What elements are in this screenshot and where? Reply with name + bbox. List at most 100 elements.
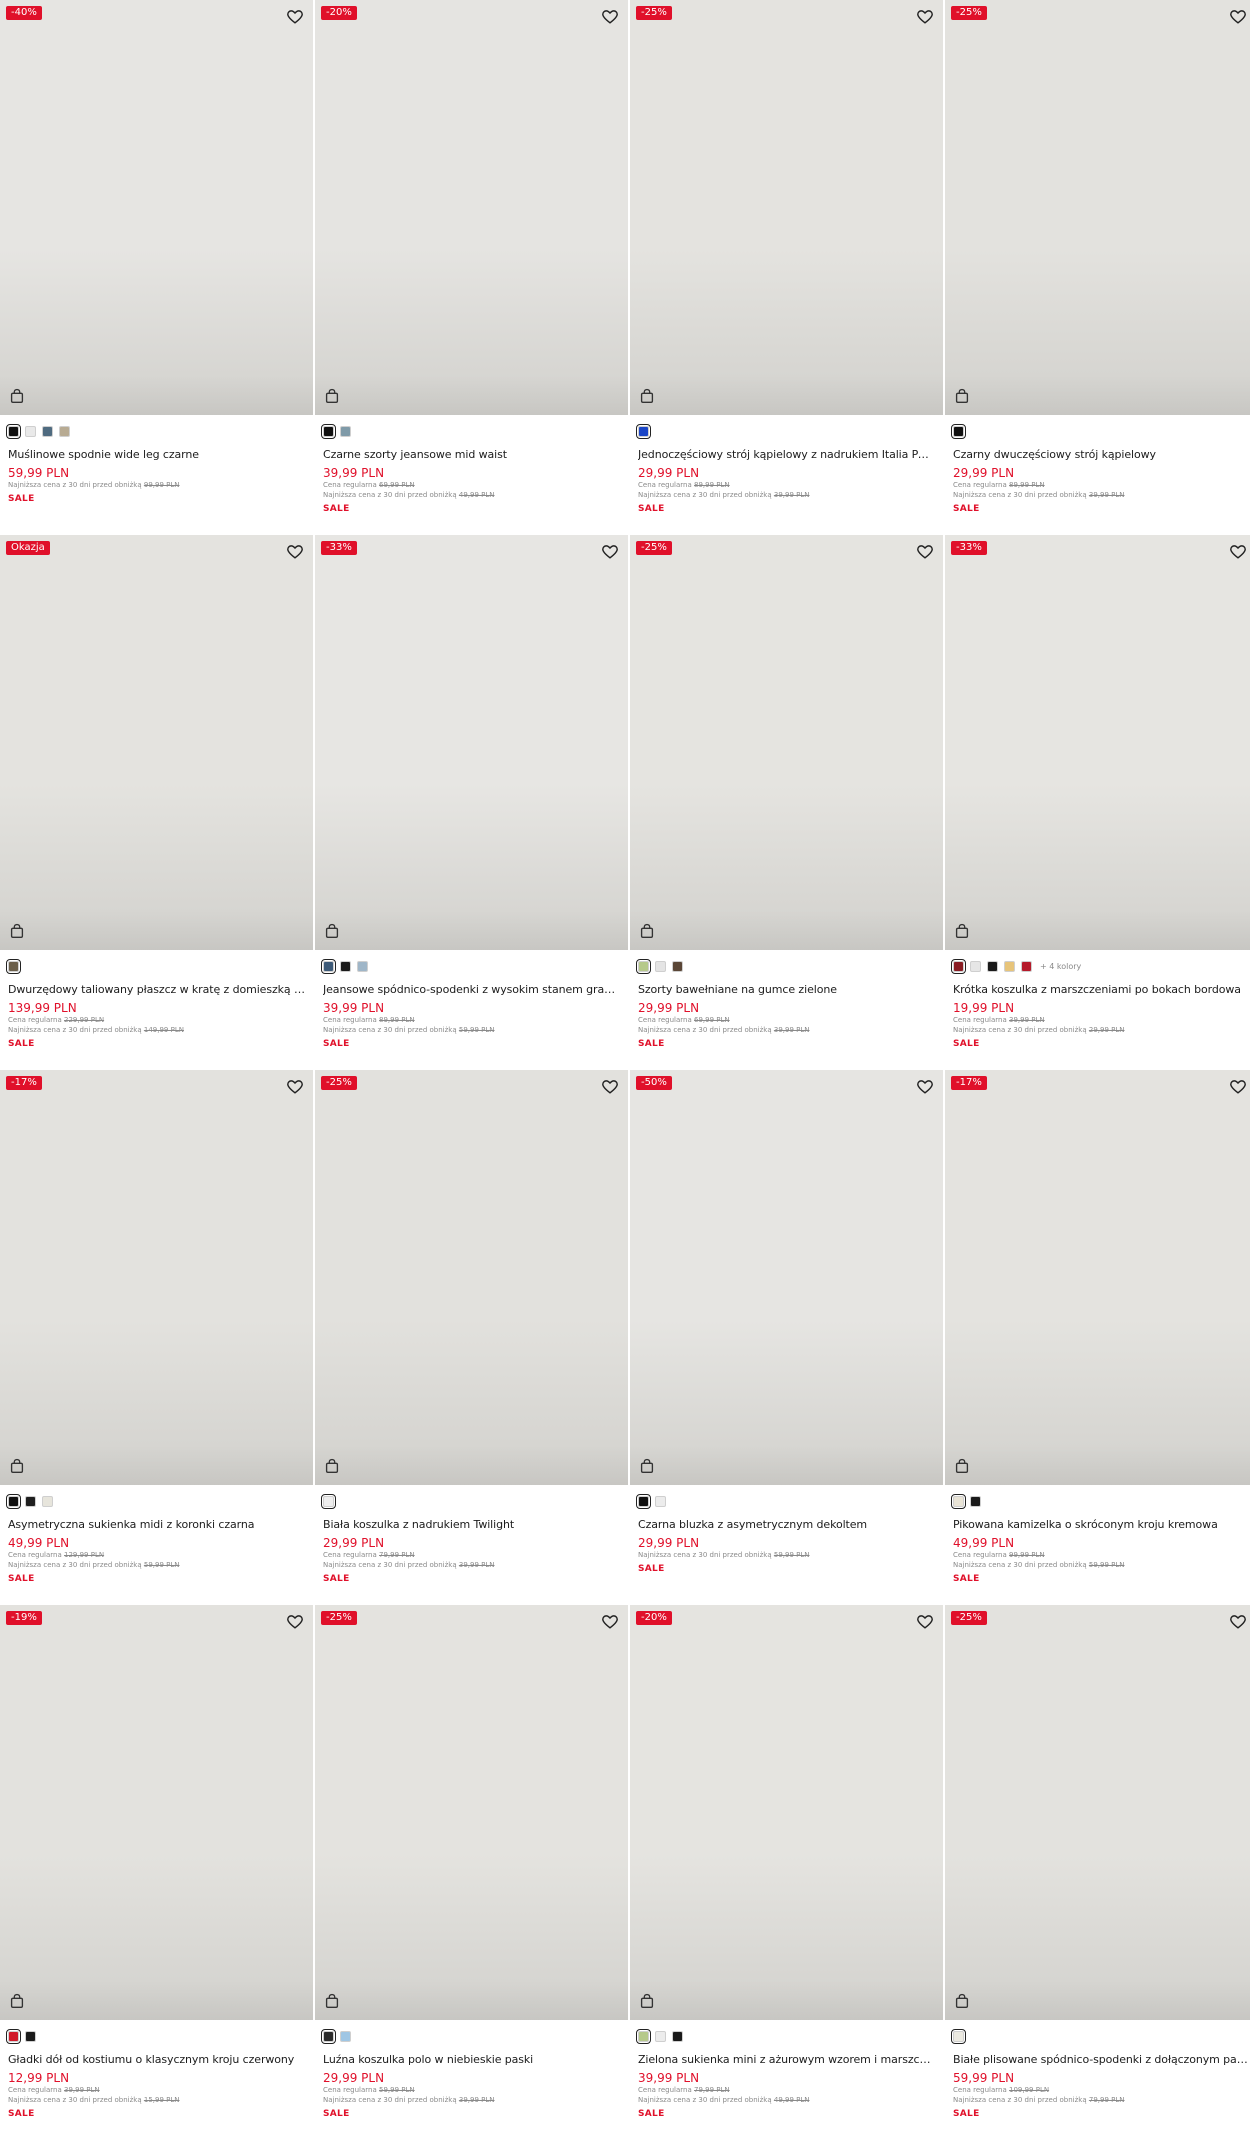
heart-icon[interactable] xyxy=(600,1613,620,1633)
product-card[interactable]: -25% Czarny dwuczęściowy strój kąpielowy 2… xyxy=(945,0,1250,535)
color-swatch[interactable] xyxy=(6,423,21,439)
product-image[interactable]: -19% xyxy=(0,1605,313,2020)
color-swatch[interactable] xyxy=(655,2030,666,2042)
product-name[interactable]: Pikowana kamizelka o skróconym kroju kre… xyxy=(953,1518,1248,1531)
color-swatch[interactable] xyxy=(321,423,336,439)
product-card[interactable]: -33% Jeansowe spódnico-spodenki z wysokim… xyxy=(315,535,628,1070)
color-swatch[interactable] xyxy=(340,960,351,972)
product-image[interactable]: -25% xyxy=(630,0,943,415)
heart-icon[interactable] xyxy=(915,543,935,563)
product-card[interactable]: -20% Czarne szorty jeansowe mid waist 39,9… xyxy=(315,0,628,535)
color-swatch[interactable] xyxy=(951,423,966,439)
product-card[interactable]: -25% Biała koszulka z nadrukiem Twilight 2… xyxy=(315,1070,628,1605)
product-name[interactable]: Czarna bluzka z asymetrycznym dekoltem xyxy=(638,1518,935,1531)
product-image[interactable]: -50% xyxy=(630,1070,943,1485)
heart-icon[interactable] xyxy=(915,1613,935,1633)
product-image[interactable]: -25% xyxy=(630,535,943,950)
shopping-bag-icon[interactable] xyxy=(638,1992,658,2012)
heart-icon[interactable] xyxy=(285,8,305,28)
product-name[interactable]: Zielona sukienka mini z ażurowym wzorem … xyxy=(638,2053,935,2066)
heart-icon[interactable] xyxy=(600,543,620,563)
product-card[interactable]: -25% Jednoczęściowy strój kąpielowy z nad… xyxy=(630,0,943,535)
color-swatch[interactable] xyxy=(1004,960,1015,972)
color-swatch[interactable] xyxy=(6,958,21,974)
color-swatch[interactable] xyxy=(321,2028,336,2044)
color-swatch[interactable] xyxy=(42,1495,53,1507)
color-swatch[interactable] xyxy=(970,1495,981,1507)
color-swatch[interactable] xyxy=(1021,960,1032,972)
shopping-bag-icon[interactable] xyxy=(638,387,658,407)
product-image[interactable]: Okazja xyxy=(0,535,313,950)
color-swatch[interactable] xyxy=(6,1493,21,1509)
color-swatch[interactable] xyxy=(25,1495,36,1507)
product-image[interactable]: -33% xyxy=(315,535,628,950)
color-swatch[interactable] xyxy=(6,2028,21,2044)
product-card[interactable]: -19% Gładki dół od kostiumu o klasycznym … xyxy=(0,1605,313,2140)
product-card[interactable]: -25% Szorty bawełniane na gumce zielone 29… xyxy=(630,535,943,1070)
product-name[interactable]: Czarny dwuczęściowy strój kąpielowy xyxy=(953,448,1248,461)
product-name[interactable]: Białe plisowane spódnico-spodenki z dołą… xyxy=(953,2053,1248,2066)
product-image[interactable]: -20% xyxy=(630,1605,943,2020)
color-swatch[interactable] xyxy=(951,1493,966,1509)
color-swatch[interactable] xyxy=(672,2030,683,2042)
product-name[interactable]: Jeansowe spódnico-spodenki z wysokim sta… xyxy=(323,983,620,996)
more-colors[interactable]: + 4 kolory xyxy=(1040,962,1081,971)
color-swatch[interactable] xyxy=(672,960,683,972)
product-card[interactable]: -40% Muślinowe spodnie wide leg czarne 59,… xyxy=(0,0,313,535)
heart-icon[interactable] xyxy=(600,8,620,28)
product-image[interactable]: -25% xyxy=(945,0,1250,415)
product-image[interactable]: -17% xyxy=(0,1070,313,1485)
color-swatch[interactable] xyxy=(951,2028,966,2044)
product-name[interactable]: Jednoczęściowy strój kąpielowy z nadruki… xyxy=(638,448,935,461)
product-card[interactable]: -33% + 4 kolory Krótka koszulka z marszcze… xyxy=(945,535,1250,1070)
shopping-bag-icon[interactable] xyxy=(323,1457,343,1477)
product-image[interactable]: -20% xyxy=(315,0,628,415)
heart-icon[interactable] xyxy=(1228,1078,1248,1098)
product-name[interactable]: Gładki dół od kostiumu o klasycznym kroj… xyxy=(8,2053,305,2066)
heart-icon[interactable] xyxy=(285,1078,305,1098)
product-card[interactable]: -17% Asymetryczna sukienka midi z koronki… xyxy=(0,1070,313,1605)
product-card[interactable]: Okazja Dwurzędowy taliowany płaszcz w kra… xyxy=(0,535,313,1070)
shopping-bag-icon[interactable] xyxy=(953,1992,973,2012)
product-image[interactable]: -25% xyxy=(315,1070,628,1485)
shopping-bag-icon[interactable] xyxy=(8,1457,28,1477)
shopping-bag-icon[interactable] xyxy=(323,922,343,942)
shopping-bag-icon[interactable] xyxy=(638,1457,658,1477)
shopping-bag-icon[interactable] xyxy=(953,387,973,407)
product-image[interactable]: -17% xyxy=(945,1070,1250,1485)
product-image[interactable]: -25% xyxy=(315,1605,628,2020)
color-swatch[interactable] xyxy=(321,958,336,974)
shopping-bag-icon[interactable] xyxy=(953,1457,973,1477)
heart-icon[interactable] xyxy=(285,1613,305,1633)
heart-icon[interactable] xyxy=(915,1078,935,1098)
product-card[interactable]: -25% Białe plisowane spódnico-spodenki z … xyxy=(945,1605,1250,2140)
color-swatch[interactable] xyxy=(655,960,666,972)
product-name[interactable]: Luźna koszulka polo w niebieskie paski xyxy=(323,2053,620,2066)
color-swatch[interactable] xyxy=(321,1493,336,1509)
shopping-bag-icon[interactable] xyxy=(323,1992,343,2012)
color-swatch[interactable] xyxy=(357,960,368,972)
color-swatch[interactable] xyxy=(636,423,651,439)
color-swatch[interactable] xyxy=(25,2030,36,2042)
color-swatch[interactable] xyxy=(340,425,351,437)
heart-icon[interactable] xyxy=(285,543,305,563)
shopping-bag-icon[interactable] xyxy=(323,387,343,407)
product-image[interactable]: -25% xyxy=(945,1605,1250,2020)
product-image[interactable]: -40% xyxy=(0,0,313,415)
product-name[interactable]: Biała koszulka z nadrukiem Twilight xyxy=(323,1518,620,1531)
heart-icon[interactable] xyxy=(600,1078,620,1098)
product-name[interactable]: Dwurzędowy taliowany płaszcz w kratę z d… xyxy=(8,983,305,996)
color-swatch[interactable] xyxy=(25,425,36,437)
shopping-bag-icon[interactable] xyxy=(953,922,973,942)
color-swatch[interactable] xyxy=(970,960,981,972)
color-swatch[interactable] xyxy=(59,425,70,437)
color-swatch[interactable] xyxy=(340,2030,351,2042)
product-name[interactable]: Czarne szorty jeansowe mid waist xyxy=(323,448,620,461)
shopping-bag-icon[interactable] xyxy=(8,922,28,942)
color-swatch[interactable] xyxy=(636,958,651,974)
shopping-bag-icon[interactable] xyxy=(8,387,28,407)
product-card[interactable]: -17% Pikowana kamizelka o skróconym kroju… xyxy=(945,1070,1250,1605)
product-image[interactable]: -33% xyxy=(945,535,1250,950)
product-name[interactable]: Asymetryczna sukienka midi z koronki cza… xyxy=(8,1518,305,1531)
color-swatch[interactable] xyxy=(655,1495,666,1507)
